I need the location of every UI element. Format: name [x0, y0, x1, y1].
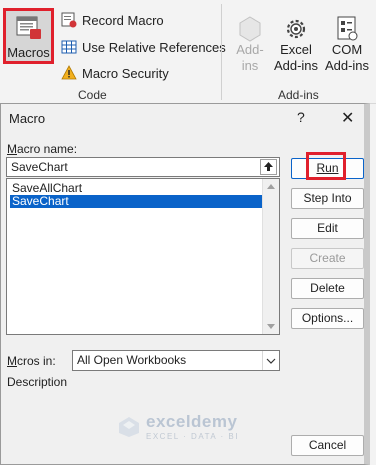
macro-security-label: Macro Security: [82, 65, 169, 81]
use-relative-references-label: Use Relative References: [82, 39, 226, 55]
scroll-down-icon[interactable]: [267, 324, 275, 329]
grid-icon: [61, 40, 77, 54]
com-addins-label-line2: Add-ins: [324, 58, 370, 73]
macros-label: Macros: [7, 45, 50, 60]
step-into-button[interactable]: Step Into: [291, 188, 364, 209]
macros-button[interactable]: Macros: [3, 8, 54, 64]
macro-listbox[interactable]: SaveAllChart SaveChart: [6, 178, 280, 335]
hexagon-addins-icon: [239, 16, 261, 42]
record-macro-icon: [61, 12, 77, 28]
excel-addins-label-line2: Add-ins: [273, 58, 319, 73]
use-relative-references-button[interactable]: Use Relative References: [61, 37, 226, 57]
developer-ribbon: Macros Record Macro Use Relative Referen…: [0, 0, 376, 104]
macro-name-input[interactable]: SaveChart: [6, 157, 280, 177]
excel-addins-label-line1: Excel: [280, 42, 312, 57]
collapse-dialog-button[interactable]: [260, 159, 277, 175]
close-icon[interactable]: ✕: [341, 108, 354, 128]
group-separator: [221, 4, 222, 100]
record-macro-label: Record Macro: [82, 12, 164, 28]
edit-button[interactable]: Edit: [291, 218, 364, 239]
dialog-title: Macro: [9, 111, 46, 126]
gear-icon: [286, 19, 306, 39]
list-item-selected[interactable]: SaveChart: [10, 195, 265, 208]
addins-group-label: Add-ins: [278, 88, 319, 102]
exceldemy-watermark: exceldemy EXCEL · DATA · BI: [118, 412, 239, 441]
macros-in-value: All Open Workbooks: [77, 353, 187, 367]
scroll-up-icon[interactable]: [267, 184, 275, 189]
watermark-tagline: EXCEL · DATA · BI: [146, 432, 239, 441]
options-button[interactable]: Options...: [291, 308, 364, 329]
addins-button: Add- ins: [230, 8, 270, 80]
code-group-label: Code: [78, 88, 107, 102]
macro-security-button[interactable]: Macro Security: [61, 63, 169, 83]
macros-icon: [16, 16, 41, 39]
com-addins-button[interactable]: COM Add-ins: [323, 8, 371, 80]
watermark-name: exceldemy: [146, 412, 238, 431]
macros-in-select[interactable]: All Open Workbooks: [72, 350, 280, 371]
run-highlight-box: [306, 152, 346, 180]
exceldemy-logo-icon: [119, 416, 139, 437]
macro-name-label: Macro name:: [7, 142, 78, 156]
com-addins-icon: [337, 16, 358, 41]
addins-label-line1: Add-: [236, 42, 264, 57]
description-label: Description: [7, 375, 68, 389]
chevron-down-icon[interactable]: [262, 351, 279, 370]
addins-label-line2: ins: [241, 58, 259, 73]
excel-addins-button[interactable]: Excel Add-ins: [272, 8, 320, 80]
record-macro-button[interactable]: Record Macro: [61, 10, 164, 30]
warning-icon: [61, 65, 77, 80]
listbox-scrollbar[interactable]: [262, 179, 279, 334]
help-button[interactable]: ?: [297, 109, 305, 125]
macros-in-label: Mcros in:: [7, 354, 56, 368]
cancel-button[interactable]: Cancel: [291, 435, 364, 456]
com-addins-label-line1: COM: [331, 42, 363, 57]
delete-button[interactable]: Delete: [291, 278, 364, 299]
up-arrow-icon: [264, 162, 273, 171]
create-button[interactable]: Create: [291, 248, 364, 269]
